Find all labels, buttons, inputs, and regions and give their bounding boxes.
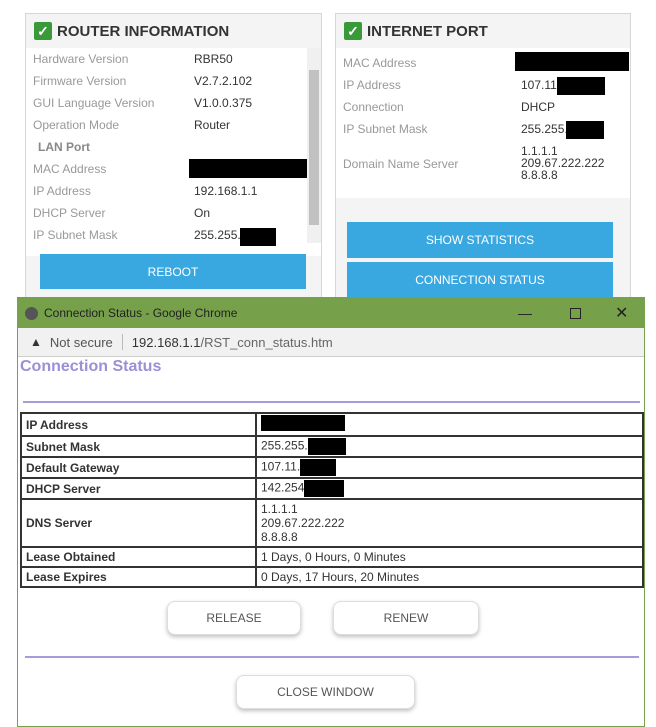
redaction bbox=[515, 52, 629, 71]
warning-icon: ▲ bbox=[30, 335, 42, 349]
label: MAC Address bbox=[33, 162, 107, 176]
value: 255.255. bbox=[521, 122, 568, 136]
checkmark-icon: ✓ bbox=[344, 22, 362, 40]
value: 255.255. bbox=[194, 228, 241, 242]
table-row: DNS Server 1.1.1.1 209.67.222.222 8.8.8.8 bbox=[20, 498, 644, 548]
connection-status-table: IP Address Subnet Mask 255.255. Default G… bbox=[20, 412, 644, 588]
redaction bbox=[304, 480, 345, 497]
checkmark-icon: ✓ bbox=[34, 22, 52, 40]
label: Operation Mode bbox=[33, 118, 120, 132]
divider bbox=[121, 334, 123, 350]
label: DHCP Server bbox=[33, 206, 106, 220]
label: Domain Name Server bbox=[343, 157, 459, 171]
value: Router bbox=[194, 118, 231, 132]
router-information-card: ✓ ROUTER INFORMATION Hardware Version RBR5… bbox=[25, 13, 322, 313]
internet-port-card: ✓ INTERNET PORT MAC Address IP Address 107… bbox=[335, 13, 631, 313]
show-statistics-button[interactable]: SHOW STATISTICS bbox=[347, 222, 613, 258]
internet-info-list: MAC Address IP Address 107.11 Connection D… bbox=[336, 48, 630, 198]
scrollbar-thumb[interactable] bbox=[309, 70, 319, 225]
url-path: /RST_conn_status.htm bbox=[200, 334, 333, 350]
table-row: DHCP Server 142.254 bbox=[20, 477, 644, 500]
table-row: Subnet Mask 255.255. bbox=[20, 435, 644, 458]
globe-icon bbox=[25, 306, 38, 320]
redaction bbox=[261, 415, 345, 431]
section-label: LAN Port bbox=[38, 140, 90, 154]
scrollbar[interactable] bbox=[307, 48, 321, 243]
close-icon[interactable]: ✕ bbox=[615, 303, 628, 323]
value: On bbox=[194, 206, 211, 220]
divider bbox=[25, 656, 639, 658]
reboot-button[interactable]: REBOOT bbox=[40, 254, 306, 289]
value: V1.0.0.375 bbox=[194, 96, 253, 110]
redaction bbox=[189, 159, 307, 178]
redaction bbox=[557, 77, 605, 95]
connection-status-window: Connection Status - Google Chrome — ✕ ▲ … bbox=[17, 297, 645, 727]
value: 107.11 bbox=[521, 78, 557, 92]
router-info-list: Hardware Version RBR50 Firmware Version V2… bbox=[26, 48, 321, 256]
label: Hardware Version bbox=[33, 52, 129, 66]
release-button[interactable]: RELEASE bbox=[167, 601, 301, 635]
redaction bbox=[566, 121, 604, 139]
divider bbox=[23, 401, 640, 403]
window-title: Connection Status - Google Chrome bbox=[44, 306, 238, 320]
minimize-icon[interactable]: — bbox=[518, 305, 532, 321]
value: V2.7.2.102 bbox=[194, 74, 253, 88]
address-bar[interactable]: ▲ Not secure 192.168.1.1/RST_conn_status… bbox=[18, 328, 644, 357]
url-host: 192.168.1.1 bbox=[131, 334, 201, 350]
label: IP Address bbox=[343, 78, 401, 92]
connection-status-button[interactable]: CONNECTION STATUS bbox=[347, 262, 613, 298]
internet-port-title: ✓ INTERNET PORT bbox=[344, 22, 488, 40]
redaction bbox=[307, 438, 346, 455]
label: GUI Language Version bbox=[33, 96, 155, 110]
table-row: Lease Expires 0 Days, 17 Hours, 20 Minute… bbox=[20, 566, 644, 588]
not-secure-label: Not secure bbox=[49, 334, 113, 350]
label: MAC Address bbox=[343, 56, 417, 70]
page-heading: Connection Status bbox=[20, 358, 162, 375]
value: 192.168.1.1 bbox=[194, 184, 258, 198]
value: RBR50 bbox=[194, 52, 233, 66]
redaction bbox=[300, 459, 337, 476]
value: 1.1.1.1 209.67.222.222 8.8.8.8 bbox=[521, 144, 605, 182]
renew-button[interactable]: RENEW bbox=[333, 601, 479, 635]
label: IP Address bbox=[33, 184, 91, 198]
table-row: IP Address bbox=[20, 412, 644, 437]
value: DHCP bbox=[521, 100, 556, 114]
table-row: Default Gateway 107.11. bbox=[20, 456, 644, 479]
close-window-button[interactable]: CLOSE WINDOW bbox=[236, 675, 415, 709]
redaction bbox=[240, 228, 276, 246]
router-information-title: ✓ ROUTER INFORMATION bbox=[34, 22, 229, 40]
label: Connection bbox=[343, 100, 404, 114]
maximize-icon[interactable] bbox=[570, 307, 581, 319]
label: Firmware Version bbox=[33, 74, 127, 88]
label: IP Subnet Mask bbox=[343, 122, 428, 136]
table-row: Lease Obtained 1 Days, 0 Hours, 0 Minutes bbox=[20, 546, 644, 568]
label: IP Subnet Mask bbox=[33, 228, 118, 242]
title-bar: Connection Status - Google Chrome — ✕ bbox=[18, 298, 644, 328]
